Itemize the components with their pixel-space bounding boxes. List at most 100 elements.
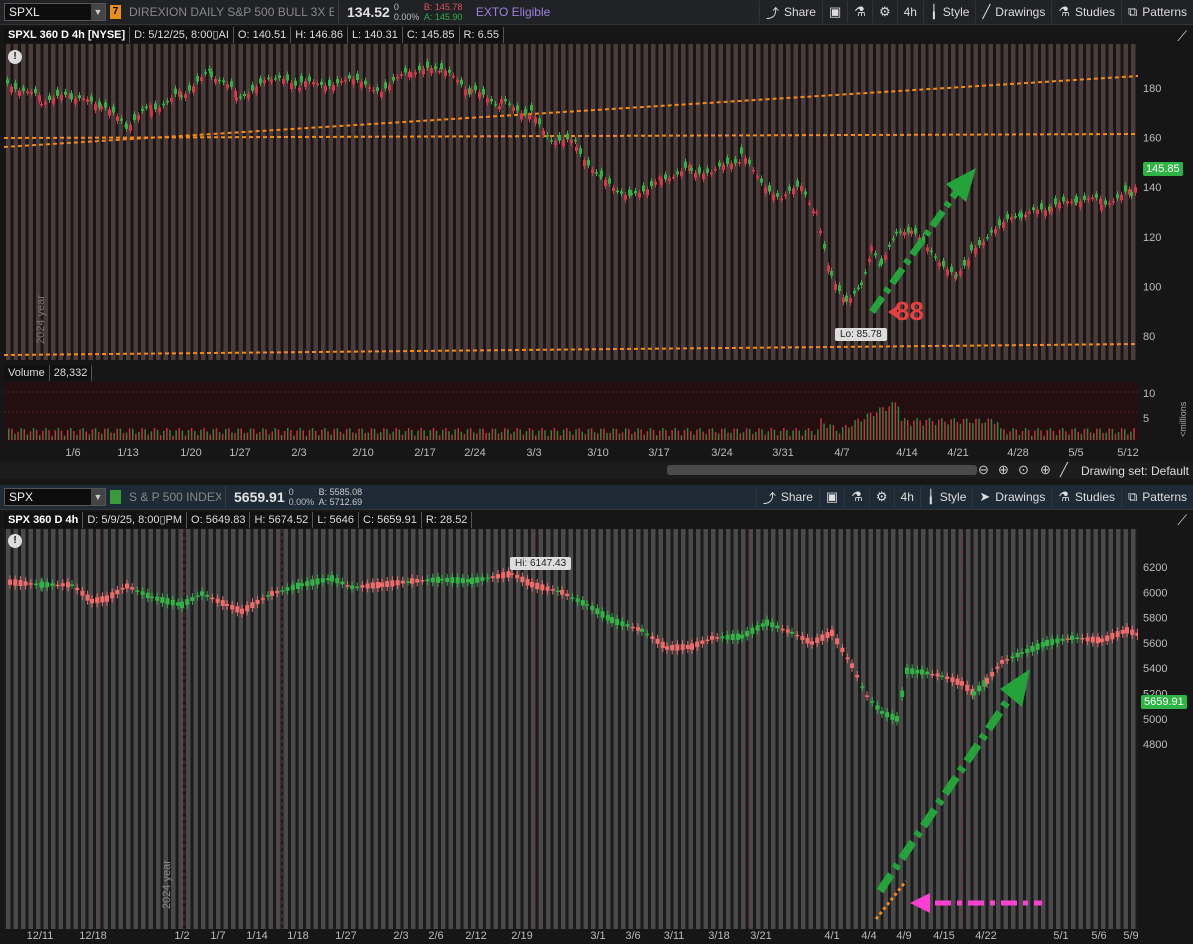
exto-tag: EXTO Eligible	[475, 5, 551, 19]
volume-bar	[318, 435, 320, 440]
volume-bar	[814, 434, 816, 440]
volume-bar	[45, 428, 47, 440]
candle	[978, 240, 981, 246]
candle	[195, 595, 200, 597]
volume-bar	[621, 432, 624, 440]
camera-button[interactable]: ▣	[818, 486, 844, 508]
timeframe-button[interactable]: 4h	[896, 1, 923, 23]
candle	[240, 608, 244, 614]
volume-bar	[938, 419, 940, 440]
spx-price-chart[interactable]: 2024 year6200600058005600540052005000480…	[0, 529, 1193, 929]
candle	[892, 238, 895, 241]
candle	[396, 76, 399, 79]
candle	[94, 104, 97, 111]
candle	[800, 636, 805, 640]
share-button[interactable]: ⤴ Share	[758, 1, 822, 23]
timeframe-button[interactable]: 4h	[893, 486, 920, 508]
candle	[850, 663, 854, 669]
volume-bar	[637, 428, 639, 440]
flask-icon: ⚗	[1058, 4, 1070, 19]
zoom-out-icon[interactable]: ⊖	[978, 462, 989, 478]
chevron-down-icon[interactable]: ▼	[91, 489, 105, 505]
volume-bar	[516, 428, 518, 440]
studies-button[interactable]: ⚗ Studies	[1051, 1, 1121, 23]
volume-bar	[1043, 435, 1045, 440]
volume-bar	[597, 433, 599, 440]
volume-bar	[57, 428, 60, 440]
crosshair-icon[interactable]: ⊕	[1040, 462, 1051, 478]
volume-bar	[835, 430, 838, 440]
candle	[1020, 652, 1024, 654]
volume-bar	[138, 431, 140, 440]
patterns-button[interactable]: ⧉ Patterns	[1121, 1, 1193, 23]
candle	[145, 592, 150, 599]
volume-bar	[85, 431, 87, 440]
volume-bar	[606, 432, 608, 440]
settings-button[interactable]: ⚙	[871, 1, 897, 23]
share-button[interactable]: ⤴ Share	[755, 486, 819, 508]
chart-type-icon[interactable]: ⟋	[1177, 512, 1187, 529]
drawings-button[interactable]: ╱ Drawings	[975, 1, 1051, 23]
volume-bar	[767, 431, 769, 440]
candle	[312, 82, 315, 85]
scrollbar-thumb[interactable]	[667, 465, 977, 475]
drawing-set-label[interactable]: Drawing set: Default	[1081, 464, 1189, 478]
flask-icon: ⚗	[1058, 489, 1070, 504]
volume-label: Volume	[4, 365, 50, 381]
volume-bar	[457, 428, 459, 440]
volume-bar	[203, 428, 205, 440]
line-tool-icon[interactable]: ╱	[1060, 462, 1068, 478]
candle	[335, 578, 340, 584]
volume-bar	[1021, 430, 1024, 440]
volume-bar	[500, 432, 503, 440]
volume-bar	[702, 431, 704, 440]
symbol-selector[interactable]: SPXL ▼	[4, 3, 106, 21]
flask-button[interactable]: ⚗	[847, 1, 872, 23]
x-tick-label: 1/13	[117, 447, 139, 459]
volume-bar	[761, 429, 763, 440]
style-button[interactable]: ╽ Style	[919, 486, 973, 508]
volume-bar	[680, 435, 683, 440]
volume-bar	[795, 428, 797, 440]
drawings-button[interactable]: ➤ Drawings	[972, 486, 1051, 508]
patterns-button[interactable]: ⧉ Patterns	[1121, 486, 1193, 508]
candle	[1054, 198, 1057, 205]
candle	[591, 169, 594, 174]
alert-icon[interactable]: !	[8, 50, 22, 64]
zoom-in-icon[interactable]: ⊕	[998, 462, 1009, 478]
candle	[910, 230, 913, 235]
candle	[672, 176, 675, 179]
candle	[286, 74, 289, 81]
candle	[1080, 638, 1085, 640]
flask-button[interactable]: ⚗	[844, 486, 869, 508]
volume-bar	[417, 430, 419, 440]
studies-button[interactable]: ⚗ Studies	[1051, 486, 1121, 508]
volume-bar	[349, 428, 351, 440]
camera-button[interactable]: ▣	[821, 1, 847, 23]
symbol-selector[interactable]: SPX ▼	[4, 488, 106, 506]
volume-bar	[101, 433, 103, 440]
candle	[82, 98, 85, 100]
candle	[725, 634, 730, 640]
volume-bar	[770, 428, 773, 440]
volume-bar	[838, 433, 841, 440]
chevron-down-icon[interactable]: ▼	[91, 4, 105, 20]
spxl-price-chart[interactable]: 180160140120100802024 year18016014012010…	[0, 44, 1193, 364]
candle	[680, 171, 683, 177]
style-button[interactable]: ╽ Style	[922, 1, 976, 23]
candle	[376, 87, 379, 92]
candle	[180, 601, 184, 609]
settings-button[interactable]: ⚙	[868, 486, 894, 508]
candle	[355, 586, 360, 589]
volume-bar	[259, 432, 261, 440]
candle	[830, 629, 834, 636]
alert-icon[interactable]: !	[8, 534, 22, 548]
candle	[775, 625, 780, 629]
candle	[990, 230, 993, 233]
volume-bar	[265, 429, 267, 440]
chart-type-icon[interactable]: ⟋	[1177, 28, 1187, 45]
volume-bar	[79, 429, 81, 440]
candle	[654, 182, 657, 185]
reset-zoom-icon[interactable]: ⊙	[1018, 462, 1029, 478]
candle	[165, 598, 170, 605]
